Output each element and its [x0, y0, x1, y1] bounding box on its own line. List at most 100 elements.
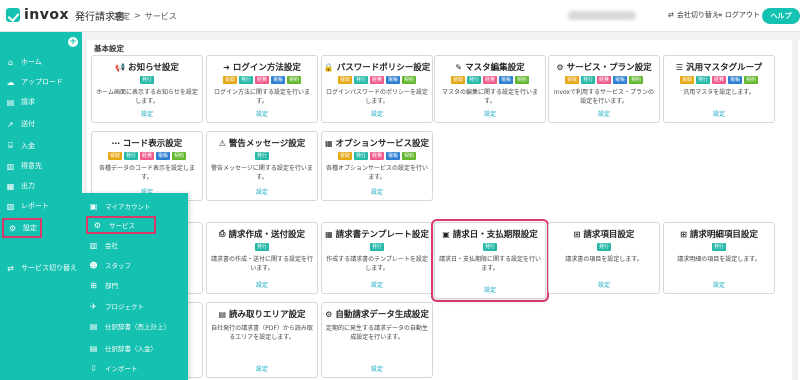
- printer-icon: ⎙: [219, 229, 226, 238]
- card-invoice-template[interactable]: ▦ 請求書テンプレート設定 発行 作成する請求書のテンプレートを設定します。 設定: [321, 222, 433, 294]
- submenu-item-label: マイアカウント: [105, 203, 151, 211]
- card-code-display[interactable]: ⋯ コード表示設定 受取 発行 経費 電帳 契約 各種データのコード表示を設定しま…: [91, 131, 203, 201]
- badge-issue: 発行: [254, 243, 269, 251]
- badge-contract: 契約: [744, 76, 759, 84]
- card-link[interactable]: 設定: [322, 109, 432, 118]
- card-link[interactable]: 設定: [207, 280, 317, 289]
- card-link[interactable]: 設定: [322, 280, 432, 289]
- card-service-plan[interactable]: ⚙ サービス・プラン設定 受取 発行 経費 電帳 契約 invoxで利用するサービ…: [548, 55, 660, 123]
- card-desc: 作成する請求書のテンプレートを設定します。: [326, 256, 428, 272]
- import-icon: ⇩: [90, 363, 97, 373]
- card-title: 警告メッセージ設定: [228, 139, 306, 149]
- card-login-method[interactable]: ➜ ログイン方法設定 受取 発行 経費 電帳 契約 ログイン方法に関する設定を行い…: [206, 55, 318, 123]
- sidebar-item-send[interactable]: ➚ 送付: [0, 114, 82, 134]
- submenu-item-my-account[interactable]: ▣ マイアカウント: [82, 197, 188, 215]
- sidebar-item-switch-service[interactable]: ⇄ サービス切り替え: [0, 258, 82, 278]
- card-warning-message[interactable]: ⚠ 警告メッセージ設定 発行 警告メッセージに関する設定を行います。 設定: [206, 131, 318, 201]
- sidebar-item-upload[interactable]: ☁ アップロード: [0, 72, 82, 92]
- card-link[interactable]: 設定: [435, 285, 545, 294]
- badge-denchou: 電帳: [156, 152, 171, 160]
- badge-denchou: 電帳: [271, 76, 286, 84]
- login-icon: ➜: [223, 62, 230, 72]
- submenu-item-journal-sales[interactable]: ▤ 仕訳辞書（売上計上）: [82, 317, 188, 335]
- card-desc: 請求日・支払期限に関する設定を行います。: [439, 256, 542, 272]
- card-link[interactable]: 設定: [549, 109, 659, 118]
- badge-issue: 発行: [596, 243, 611, 251]
- calendar-icon: ▣: [442, 229, 450, 239]
- card-read-area[interactable]: ▤ 読み取りエリア設定 自社発行の請求書（PDF）から読み取るエリアを設定します。…: [206, 302, 318, 378]
- sidebar-item-report[interactable]: ▧ レポート: [0, 196, 82, 216]
- logo[interactable]: invox 発行請求書: [6, 7, 125, 23]
- sidebar-item-payment[interactable]: ⌸ 入金: [0, 136, 82, 156]
- badge-expense: 経費: [254, 76, 269, 84]
- document-icon: ▤: [6, 97, 15, 107]
- card-invoice-date-due[interactable]: ▣ 請求日・支払期限設定 発行 請求日・支払期限に関する設定を行います。 設定: [431, 219, 549, 302]
- card-invoice-detail-items[interactable]: ⊞ 請求明細項目設定 発行 請求明細の項目を設定します。 設定: [663, 222, 775, 294]
- card-auto-invoice-generation[interactable]: ⚙ 自動請求データ生成設定 定期的に発生する請求データの自動生成設定を行います。 …: [321, 302, 433, 378]
- card-link[interactable]: 設定: [322, 187, 432, 196]
- submenu-item-service[interactable]: ⚙ サービス: [86, 216, 156, 234]
- card-link[interactable]: 設定: [664, 280, 774, 289]
- card-option-service[interactable]: ▦ オプションサービス設定 受取 発行 経費 電帳 契約 各種オプションサービスの…: [321, 131, 433, 201]
- switch-company-button[interactable]: ⇄ 会社切り替え: [668, 10, 719, 20]
- grid-icon: ▦: [324, 138, 333, 148]
- submenu-item-label: 仕訳辞書（入金）: [105, 345, 157, 353]
- submenu-item-company[interactable]: ▥ 会社: [82, 236, 188, 254]
- switch-icon: ⇄: [7, 263, 14, 273]
- badge-expense: 経費: [596, 76, 611, 84]
- card-desc: 自社発行の請求書（PDF）から読み取るエリアを設定します。: [211, 325, 313, 341]
- badge-denchou: 電帳: [386, 152, 401, 160]
- card-password-policy[interactable]: 🔒 パスワードポリシー設定 受取 発行 経費 電帳 契約 ログインパスワードのポリ…: [321, 55, 433, 123]
- card-link[interactable]: 設定: [435, 109, 545, 118]
- card-notice[interactable]: 📢 お知らせ設定 発行 ホーム画面に表示するお知らせを設定します。 設定: [91, 55, 203, 123]
- submenu-item-department[interactable]: ⊞ 部門: [82, 276, 188, 294]
- card-link[interactable]: 設定: [207, 109, 317, 118]
- badge-issue: 発行: [139, 76, 154, 84]
- settings-submenu: ▣ マイアカウント ⚙ サービス ▥ 会社 ☻ スタッフ ⊞ 部門 ✈ プロジェクト ▤ 仕訳…: [82, 193, 188, 380]
- logout-button[interactable]: ⇥ ログアウト: [716, 10, 760, 20]
- report-icon: ▧: [6, 201, 15, 211]
- sidebar-collapse-button[interactable]: +: [68, 37, 78, 47]
- card-link[interactable]: 設定: [207, 187, 317, 196]
- submenu-item-import[interactable]: ⇩ インポート: [82, 359, 188, 377]
- card-invoice-create-send[interactable]: ⎙ 請求作成・送付設定 発行 請求書の作成・送付に関する設定を行います。 設定: [206, 222, 318, 294]
- sidebar-item-home[interactable]: ⌂ ホーム: [0, 52, 82, 72]
- sidebar-item-invoice[interactable]: ▤ 請求: [0, 92, 82, 112]
- card-desc: 請求書の項目を設定します。: [565, 256, 643, 263]
- badge-contract: 契約: [515, 76, 530, 84]
- submenu-item-staff[interactable]: ☻ スタッフ: [82, 256, 188, 274]
- card-title: 請求項目設定: [583, 230, 635, 240]
- gear-icon: ⚙: [8, 223, 17, 233]
- sidebar-item-export[interactable]: ▦ 出力: [0, 176, 82, 196]
- card-link[interactable]: 設定: [322, 364, 432, 373]
- sidebar-item-label: 出力: [21, 182, 35, 190]
- breadcrumb-separator: >: [134, 11, 141, 20]
- sidebar-item-clients[interactable]: ▥ 得意先: [0, 156, 82, 176]
- sidebar-item-label: 得意先: [21, 162, 42, 170]
- main-content: 基本設定 📢 お知らせ設定 発行 ホーム画面に表示するお知らせを設定します。 設定…: [86, 40, 800, 380]
- help-button[interactable]: ヘルプ: [762, 8, 800, 24]
- badge-receive: 受取: [107, 152, 122, 160]
- card-title: サービス・プラン設定: [566, 63, 652, 73]
- card-link[interactable]: 設定: [664, 109, 774, 118]
- switch-company-icon: ⇄: [668, 11, 674, 19]
- card-link[interactable]: 設定: [207, 364, 317, 373]
- card-desc: 請求書の作成・送付に関する設定を行います。: [211, 256, 314, 272]
- badge-expense: 経費: [482, 76, 497, 84]
- submenu-item-project[interactable]: ✈ プロジェクト: [82, 297, 188, 315]
- scrollbar[interactable]: [792, 40, 798, 380]
- card-generic-master-group[interactable]: ☰ 汎用マスタグループ 受取 発行 経費 電帳 契約 汎用マスタを設定します。 設…: [663, 55, 775, 123]
- submenu-item-journal-payment[interactable]: ▤ 仕訳辞書（入金）: [82, 339, 188, 357]
- sidebar-item-label: レポート: [21, 202, 49, 210]
- card-link[interactable]: 設定: [92, 109, 202, 118]
- breadcrumb-settings[interactable]: 設定: [114, 11, 130, 22]
- card-link[interactable]: 設定: [549, 280, 659, 289]
- card-master-edit[interactable]: ✎ マスタ編集設定 受取 発行 経費 電帳 契約 マスタの編集に関する設定を行いま…: [434, 55, 546, 123]
- card-invoice-items[interactable]: ⊞ 請求項目設定 発行 請求書の項目を設定します。 設定: [548, 222, 660, 294]
- megaphone-icon: 📢: [115, 62, 126, 72]
- card-desc: 汎用マスタを設定します。: [683, 89, 755, 96]
- sidebar-item-settings[interactable]: ⚙ 設定: [2, 218, 42, 238]
- badge-receive: 受取: [450, 76, 465, 84]
- switch-company-label: 会社切り替え: [676, 11, 719, 19]
- card-desc: 請求明細の項目を設定します。: [677, 256, 761, 263]
